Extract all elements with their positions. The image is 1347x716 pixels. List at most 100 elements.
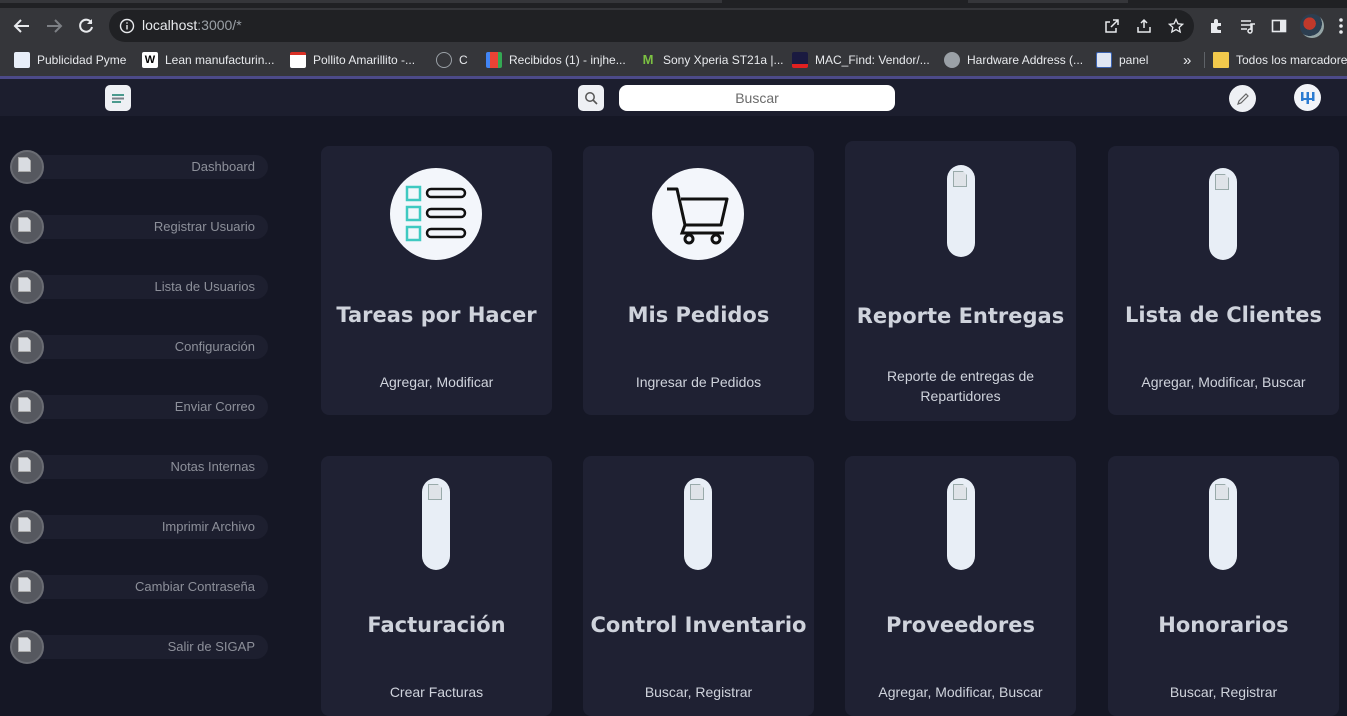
broken-image-icon <box>10 570 44 604</box>
card-facturacion[interactable]: Facturación Crear Facturas <box>321 456 552 716</box>
bookmark-item[interactable]: MAC_Find: Vendor/... <box>792 52 930 68</box>
broken-image-icon <box>10 510 44 544</box>
bookmark-label: MAC_Find: Vendor/... <box>815 53 930 67</box>
active-tab-edge[interactable] <box>0 0 722 3</box>
site-info-icon[interactable] <box>119 18 135 34</box>
more-menu-icon[interactable] <box>1339 17 1343 35</box>
all-bookmarks-folder[interactable]: Todos los marcadores <box>1213 52 1347 68</box>
search-button[interactable] <box>578 85 604 111</box>
wikipedia-icon: W <box>142 52 158 68</box>
document-icon <box>14 52 30 68</box>
user-avatar[interactable] <box>1294 84 1321 111</box>
card-tareas[interactable]: Tareas por Hacer Agregar, Modificar <box>321 146 552 415</box>
pencil-icon <box>1236 92 1249 105</box>
card-title: Lista de Clientes <box>1125 303 1322 327</box>
card-title: Proveedores <box>886 613 1035 637</box>
card-description: Buscar, Registrar <box>644 684 753 700</box>
bookmark-label: Lean manufacturin... <box>165 53 275 67</box>
bookmark-item[interactable]: Hardware Address (... <box>944 52 1083 68</box>
card-lista-clientes[interactable]: Lista de Clientes Agregar, Modificar, Bu… <box>1108 146 1339 415</box>
history-icon <box>436 52 452 68</box>
broken-image-icon <box>10 270 44 304</box>
back-icon[interactable] <box>9 13 35 39</box>
edit-button[interactable] <box>1229 85 1256 112</box>
app-header <box>0 79 1347 116</box>
media-queue-icon[interactable] <box>1240 18 1256 34</box>
broken-image-icon <box>10 150 44 184</box>
search-input[interactable] <box>619 85 895 111</box>
card-title: Facturación <box>367 613 506 637</box>
card-title: Mis Pedidos <box>627 303 770 327</box>
panel-icon <box>1096 52 1112 68</box>
card-pedidos[interactable]: Mis Pedidos Ingresar de Pedidos <box>583 146 814 415</box>
bookmark-item[interactable]: Pollito Amarillito -... <box>290 52 415 68</box>
sidebar-item-cambiar-contrasena[interactable]: Cambiar Contraseña <box>10 568 268 606</box>
open-in-new-icon[interactable] <box>1104 18 1120 34</box>
sidebar-item-configuracion[interactable]: Configuración <box>10 328 268 366</box>
sidebar-item-label: Notas Internas <box>170 459 255 474</box>
bookmark-label: C <box>459 53 468 67</box>
bookmark-label: panel <box>1119 53 1149 67</box>
sidebar-item-salir[interactable]: Salir de SIGAP <box>10 628 268 666</box>
bookmark-label: Sony Xperia ST21a |... <box>663 53 784 67</box>
search-icon <box>585 92 598 105</box>
sidebar-item-label: Dashboard <box>191 159 255 174</box>
app-logo-icon <box>112 94 124 103</box>
bookmarks-bar: Publicidad Pyme W Lean manufacturin... Po… <box>0 44 1347 76</box>
bookmark-label: Hardware Address (... <box>967 53 1084 67</box>
bookmark-label: Publicidad Pyme <box>37 53 127 67</box>
broken-image-icon <box>684 478 712 570</box>
broken-image-icon <box>947 478 975 570</box>
card-description: Reporte de entregas de Repartidores <box>886 368 1035 404</box>
gmail-icon <box>486 52 502 68</box>
card-control-inventario[interactable]: Control Inventario Buscar, Registrar <box>583 456 814 716</box>
broken-image-icon <box>422 478 450 570</box>
bookmark-item[interactable]: W Lean manufacturin... <box>142 52 274 68</box>
sidebar-item-notas-internas[interactable]: Notas Internas <box>10 448 268 486</box>
card-title: Reporte Entregas <box>856 304 1065 328</box>
broken-image-icon <box>10 390 44 424</box>
card-reporte-entregas[interactable]: Reporte Entregas Reporte de entregas de … <box>845 141 1076 421</box>
user-logo-icon <box>1300 91 1314 104</box>
sidebar-item-imprimir-archivo[interactable]: Imprimir Archivo <box>10 508 268 546</box>
bookmark-item[interactable]: M Sony Xperia ST21a |... <box>640 52 784 68</box>
card-title: Tareas por Hacer <box>336 303 537 327</box>
card-description: Agregar, Modificar <box>379 374 494 390</box>
movistar-icon: M <box>642 52 654 67</box>
bookmark-item[interactable]: Publicidad Pyme <box>14 52 126 68</box>
menu-toggle-button[interactable] <box>105 85 131 111</box>
card-description: Agregar, Modificar, Buscar <box>1141 374 1306 390</box>
bookmarks-divider <box>1204 52 1205 68</box>
side-panel-icon[interactable] <box>1271 18 1287 34</box>
bookmark-item[interactable]: C <box>436 52 468 68</box>
broken-image-icon <box>10 210 44 244</box>
share-icon[interactable] <box>1136 18 1152 34</box>
inactive-tab-edge[interactable] <box>968 0 1128 3</box>
bookmark-label: Recibidos (1) - injhe... <box>509 53 626 67</box>
broken-image-icon <box>947 165 975 257</box>
bookmark-item[interactable]: Recibidos (1) - injhe... <box>486 52 626 68</box>
broken-image-icon <box>10 330 44 364</box>
url-path: :3000/* <box>197 17 242 33</box>
address-bar[interactable]: localhost:3000/* <box>109 10 1194 42</box>
card-honorarios[interactable]: Honorarios Buscar, Registrar <box>1108 456 1339 716</box>
extensions-icon[interactable] <box>1208 18 1224 34</box>
sidebar-item-lista-usuarios[interactable]: Lista de Usuarios <box>10 268 268 306</box>
card-description: Buscar, Registrar <box>1169 684 1278 700</box>
bookmark-star-icon[interactable] <box>1168 18 1184 34</box>
more-bookmarks-button[interactable]: » <box>1183 52 1191 69</box>
shopping-cart-icon <box>652 168 744 260</box>
sidebar-item-label: Cambiar Contraseña <box>135 579 255 594</box>
broken-image-icon <box>1209 168 1237 260</box>
reload-icon[interactable] <box>73 13 99 39</box>
profile-avatar[interactable] <box>1300 14 1324 38</box>
sidebar-item-enviar-correo[interactable]: Enviar Correo <box>10 388 268 426</box>
card-proveedores[interactable]: Proveedores Agregar, Modificar, Buscar <box>845 456 1076 716</box>
sidebar-item-registrar-usuario[interactable]: Registrar Usuario <box>10 208 268 246</box>
sidebar-item-label: Registrar Usuario <box>153 219 255 234</box>
forward-icon[interactable] <box>41 13 67 39</box>
bookmark-item[interactable]: panel <box>1096 52 1148 68</box>
bookmark-label: Pollito Amarillito -... <box>313 53 416 67</box>
sidebar-item-dashboard[interactable]: Dashboard <box>10 148 268 186</box>
url-text[interactable]: localhost:3000/* <box>142 17 242 33</box>
